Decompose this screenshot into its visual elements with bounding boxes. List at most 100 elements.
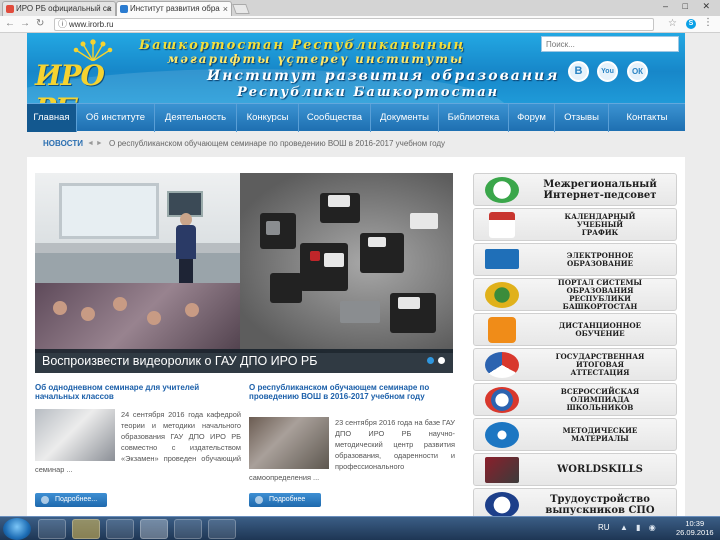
slide-photo-robots — [240, 173, 453, 353]
favicon-icon — [6, 5, 14, 13]
tab-title: ИРО РБ официальный са — [16, 4, 112, 13]
nav-item-forum[interactable]: Форум — [509, 104, 555, 132]
slider-caption[interactable]: Воспроизвести видеоролик о ГАУ ДПО ИРО Р… — [35, 349, 453, 373]
news-ticker: НОВОСТИ ◄ ► О республиканском обучающем … — [27, 137, 685, 151]
ticker-label[interactable]: НОВОСТИ — [43, 137, 83, 151]
header-title-ba-2: мәғарифты үҫтереү институты — [167, 52, 465, 66]
close-tab-icon[interactable]: × — [223, 2, 228, 16]
site-search-input[interactable] — [541, 36, 679, 52]
banner-calendar[interactable]: КАЛЕНДАРНЫЙ УЧЕБНЫЙ ГРАФИК — [473, 208, 677, 241]
slide-photo-seminar — [35, 283, 245, 353]
kcst-logo-icon — [485, 492, 519, 516]
books-icon — [485, 422, 519, 448]
browser-menu-icon[interactable]: ⋮ — [703, 17, 713, 28]
taskbar-media-icon[interactable] — [106, 519, 134, 539]
reload-icon[interactable]: ↻ — [36, 18, 44, 29]
nav-item-documents[interactable]: Документы — [371, 104, 439, 132]
news-title[interactable]: О республиканском обучающем семинаре по … — [249, 383, 455, 401]
tray-icons[interactable]: ▲ ▮ ◉ — [620, 523, 659, 532]
tab-irorb-official[interactable]: ИРО РБ официальный са × — [2, 1, 116, 16]
nav-item-about[interactable]: Об институте — [77, 104, 155, 132]
new-tab-button[interactable] — [232, 4, 250, 14]
news-thumbnail[interactable] — [35, 409, 115, 461]
taskbar-powerpoint-icon[interactable] — [208, 519, 236, 539]
taskbar-word-icon[interactable] — [174, 519, 202, 539]
content-area: Воспроизвести видеоролик о ГАУ ДПО ИРО Р… — [27, 157, 685, 516]
banner-internet-pedsovet[interactable]: Межрегиональный Интернет-педсовет — [473, 173, 677, 206]
banner-label: ЭЛЕКТРОННОЕ ОБРАЗОВАНИЕ — [566, 250, 634, 268]
tab-institute[interactable]: Институт развития обра × — [116, 1, 232, 16]
taskbar-explorer-icon[interactable] — [72, 519, 100, 539]
nav-item-activity[interactable]: Деятельность — [155, 104, 237, 132]
nav-item-home[interactable]: Главная — [27, 104, 77, 132]
windows-taskbar: RU ▲ ▮ ◉ 10:39 26.09.2016 — [0, 516, 720, 540]
image-slider[interactable]: Воспроизвести видеоролик о ГАУ ДПО ИРО Р… — [35, 173, 453, 373]
forward-icon[interactable]: → — [20, 18, 30, 29]
page-viewport: ИРО РБ Башкортостан Республиканының мәға… — [0, 33, 720, 516]
tab-title: Институт развития обра — [130, 4, 220, 13]
read-more-button[interactable]: Подробнее... — [35, 493, 107, 507]
nav-item-reviews[interactable]: Отзывы — [555, 104, 609, 132]
address-text: www.irorb.ru — [69, 20, 114, 29]
nav-item-contacts[interactable]: Контакты — [609, 104, 685, 132]
banner-methodical-materials[interactable]: МЕТОДИЧЕСКИЕ МАТЕРИАЛЫ — [473, 418, 677, 451]
odnoklassniki-icon[interactable]: ОК — [627, 61, 648, 82]
news-thumbnail[interactable] — [249, 417, 329, 469]
banner-label: КАЛЕНДАРНЫЙ УЧЕБНЫЙ ГРАФИК — [564, 211, 636, 237]
vk-icon[interactable]: B — [568, 61, 589, 82]
slide-photo-classroom — [35, 173, 245, 283]
news-item: Об однодневном семинаре для учителей нач… — [35, 383, 241, 507]
clock[interactable]: 10:39 26.09.2016 — [676, 519, 714, 537]
banner-state-attestation[interactable]: ГОСУДАРСТВЕННАЯ ИТОГОВАЯ АТТЕСТАЦИЯ — [473, 348, 677, 381]
portal-emblem-icon — [485, 282, 519, 308]
pedsovet-icon — [485, 177, 519, 203]
banner-label: Трудоустройство выпускников СПО — [545, 493, 655, 516]
tab-bar: ИРО РБ официальный са × Институт развити… — [0, 0, 720, 16]
slider-caption-text: Воспроизвести видеоролик о ГАУ ДПО ИРО Р… — [42, 354, 318, 368]
taskbar-ie-icon[interactable] — [38, 519, 66, 539]
banner-label: ГОСУДАРСТВЕННАЯ ИТОГОВАЯ АТТЕСТАЦИЯ — [555, 351, 645, 377]
banner-worldskills[interactable]: WORLDSKILLS — [473, 453, 677, 486]
banner-education-portal[interactable]: ПОРТАЛ СИСТЕМЫ ОБРАЗОВАНИЯ РЕСПУБЛИКИ БА… — [473, 278, 677, 311]
favicon-icon — [120, 5, 128, 13]
olympiad-medal-icon — [485, 387, 519, 413]
browser-window: ИРО РБ официальный са × Институт развити… — [0, 0, 720, 540]
calendar-icon — [489, 212, 515, 238]
banner-label: ПОРТАЛ СИСТЕМЫ ОБРАЗОВАНИЯ РЕСПУБЛИКИ БА… — [557, 277, 643, 311]
banner-label: Межрегиональный Интернет-педсовет — [543, 178, 657, 201]
site-header: ИРО РБ Башкортостан Республиканының мәға… — [27, 33, 685, 103]
youtube-icon[interactable]: You — [597, 61, 618, 82]
banner-label: МЕТОДИЧЕСКИЕ МАТЕРИАЛЫ — [562, 425, 638, 443]
close-tab-icon[interactable]: × — [107, 2, 112, 16]
banner-distance-learning[interactable]: ДИСТАНЦИОННОЕ ОБУЧЕНИЕ — [473, 313, 677, 346]
window-controls[interactable]: – □ ✕ — [663, 1, 716, 12]
banner-e-education[interactable]: ЭЛЕКТРОННОЕ ОБРАЗОВАНИЕ — [473, 243, 677, 276]
bookmark-star-icon[interactable]: ☆ — [668, 18, 677, 29]
moodle-icon — [488, 317, 516, 343]
nav-item-communities[interactable]: Сообщества — [299, 104, 371, 132]
address-bar[interactable]: ⓘ www.irorb.ru — [54, 18, 654, 31]
language-indicator[interactable]: RU — [598, 523, 610, 532]
slider-dot-active[interactable] — [427, 357, 434, 364]
news-title[interactable]: Об однодневном семинаре для учителей нач… — [35, 383, 241, 401]
back-icon[interactable]: ← — [5, 18, 15, 29]
ticker-arrows-icon[interactable]: ◄ ► — [87, 137, 103, 151]
main-navigation: Главная Об институте Деятельность Конкур… — [27, 103, 685, 132]
nav-item-contests[interactable]: Конкурсы — [237, 104, 299, 132]
banner-olympiad[interactable]: ВСЕРОССИЙСКАЯ ОЛИМПИАДА ШКОЛЬНИКОВ — [473, 383, 677, 416]
nav-item-library[interactable]: Библиотека — [439, 104, 509, 132]
logo-burst-icon — [73, 39, 113, 61]
taskbar-chrome-icon[interactable] — [140, 519, 168, 539]
banner-label: ВСЕРОССИЙСКАЯ ОЛИМПИАДА ШКОЛЬНИКОВ — [560, 386, 640, 412]
start-button[interactable] — [3, 518, 31, 540]
ticker-text[interactable]: О республиканском обучающем семинаре по … — [109, 137, 445, 151]
attestation-icon — [485, 352, 519, 378]
site-logo[interactable]: ИРО РБ — [33, 39, 131, 103]
banner-employment-spo[interactable]: Трудоустройство выпускников СПО — [473, 488, 677, 516]
news-item: О республиканском обучающем семинаре по … — [249, 383, 455, 507]
page-info-icon[interactable]: ⓘ — [58, 19, 67, 30]
skype-icon[interactable]: S — [686, 19, 696, 29]
read-more-button[interactable]: Подробнее — [249, 493, 321, 507]
monitor-icon — [485, 249, 519, 269]
slider-dot[interactable] — [438, 357, 445, 364]
